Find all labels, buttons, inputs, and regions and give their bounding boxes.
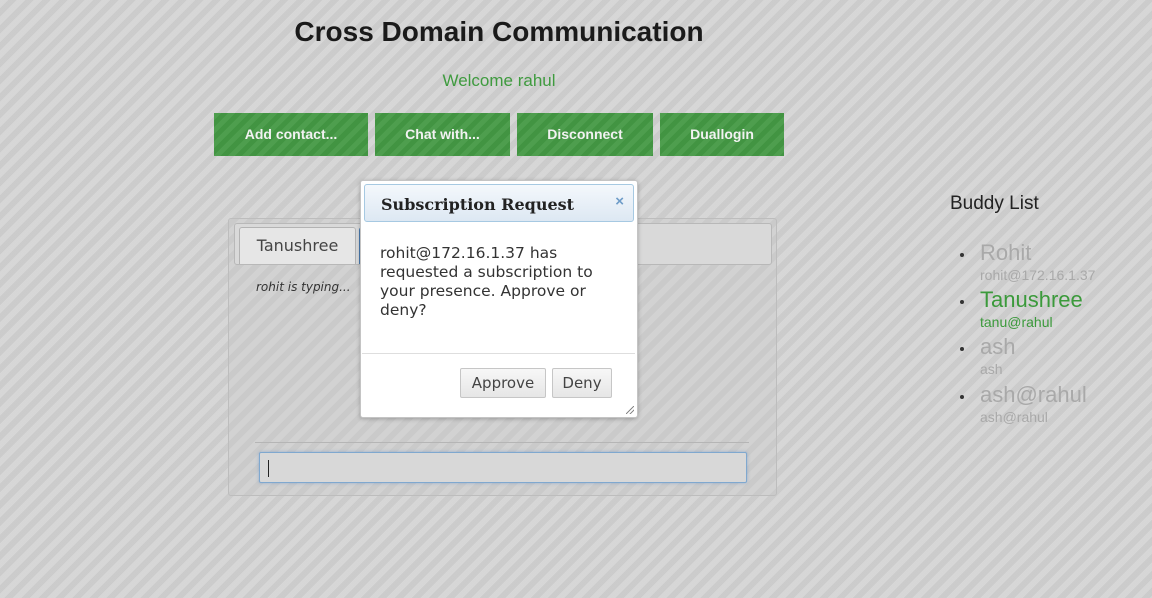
bullet-icon <box>960 347 964 351</box>
resize-grip-icon[interactable] <box>626 406 634 414</box>
subscription-request-dialog: Subscription Request × rohit@172.16.1.37… <box>360 180 638 418</box>
page-title: Cross Domain Communication <box>294 16 704 47</box>
buddy-item-rohit[interactable]: Rohit rohit@172.16.1.37 <box>960 240 1150 286</box>
buddy-name: ash <box>980 334 1016 359</box>
buddy-item-tanushree[interactable]: Tanushree tanu@rahul <box>960 287 1150 333</box>
dialog-message: rohit@172.16.1.37 has requested a subscr… <box>380 244 593 319</box>
approve-button[interactable]: Approve <box>460 368 546 398</box>
buddy-name: ash@rahul <box>980 382 1087 407</box>
chat-with-button[interactable]: Chat with... <box>375 113 510 156</box>
buddy-name: Rohit <box>980 240 1032 265</box>
buddy-item-ash[interactable]: ash ash <box>960 334 1150 380</box>
dialog-divider <box>362 353 635 354</box>
close-icon[interactable]: × <box>615 193 624 211</box>
chat-divider <box>255 442 749 443</box>
deny-button[interactable]: Deny <box>552 368 612 398</box>
bullet-icon <box>960 253 964 257</box>
text-caret <box>268 460 269 477</box>
tab-tanushree[interactable]: Tanushree <box>239 227 356 264</box>
dialog-titlebar[interactable]: Subscription Request × <box>364 184 634 222</box>
buddy-name: Tanushree <box>980 287 1083 312</box>
welcome-message: Welcome rahul <box>442 71 556 90</box>
buddy-jid: ash <box>980 361 1003 377</box>
add-contact-button[interactable]: Add contact... <box>214 113 368 156</box>
duallogin-button[interactable]: Duallogin <box>660 113 784 156</box>
buddy-jid: rohit@172.16.1.37 <box>980 267 1096 283</box>
disconnect-button[interactable]: Disconnect <box>517 113 653 156</box>
dialog-title: Subscription Request <box>381 195 575 214</box>
buddy-list-heading: Buddy List <box>950 193 1039 214</box>
buddy-item-ash-rahul[interactable]: ash@rahul ash@rahul <box>960 382 1150 428</box>
bullet-icon <box>960 395 964 399</box>
chat-message-input[interactable] <box>259 452 747 483</box>
buddy-jid: ash@rahul <box>980 409 1048 425</box>
typing-indicator: rohit is typing... <box>256 280 351 294</box>
bullet-icon <box>960 300 964 304</box>
buddy-jid: tanu@rahul <box>980 314 1053 330</box>
